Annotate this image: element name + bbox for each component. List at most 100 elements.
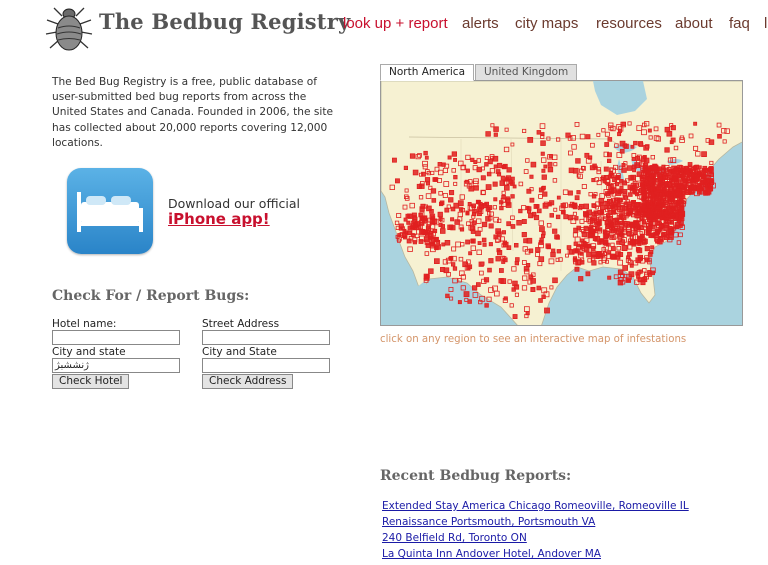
infestation-marker[interactable] <box>658 222 665 229</box>
iphone-app-link[interactable]: iPhone app! <box>168 210 270 228</box>
infestation-marker[interactable] <box>437 211 443 218</box>
infestation-marker[interactable] <box>506 221 512 227</box>
infestation-marker[interactable] <box>667 191 672 197</box>
infestation-marker[interactable] <box>588 226 594 232</box>
infestation-marker[interactable] <box>583 225 589 231</box>
infestation-marker[interactable] <box>610 228 615 234</box>
infestation-marker[interactable] <box>693 121 698 126</box>
infestation-marker[interactable] <box>556 195 561 200</box>
infestation-marker[interactable] <box>646 200 652 205</box>
infestation-marker[interactable] <box>623 201 628 206</box>
infestation-marker[interactable] <box>500 278 507 285</box>
infestation-marker[interactable] <box>425 181 430 186</box>
infestation-map[interactable] <box>380 80 743 326</box>
infestation-marker[interactable] <box>706 189 712 195</box>
infestation-marker[interactable] <box>512 314 518 319</box>
infestation-marker[interactable] <box>465 239 470 245</box>
infestation-marker[interactable] <box>592 163 597 169</box>
infestation-marker[interactable] <box>542 191 548 197</box>
infestation-marker[interactable] <box>444 207 450 213</box>
infestation-marker[interactable] <box>619 179 624 184</box>
report-link[interactable]: 240 Belfield Rd, Toronto ON <box>382 532 527 544</box>
infestation-marker[interactable] <box>626 255 631 260</box>
infestation-marker[interactable] <box>493 234 499 240</box>
infestation-marker[interactable] <box>578 203 585 210</box>
infestation-marker[interactable] <box>613 274 619 280</box>
infestation-marker[interactable] <box>541 168 546 173</box>
infestation-marker[interactable] <box>568 167 575 174</box>
infestation-marker[interactable] <box>416 183 422 190</box>
infestation-marker[interactable] <box>493 126 499 132</box>
infestation-marker[interactable] <box>480 175 486 181</box>
infestation-marker[interactable] <box>441 242 446 247</box>
infestation-marker[interactable] <box>574 195 580 201</box>
infestation-marker[interactable] <box>529 197 535 203</box>
infestation-marker[interactable] <box>448 197 454 203</box>
infestation-marker[interactable] <box>652 163 658 169</box>
infestation-marker[interactable] <box>542 202 549 209</box>
infestation-marker[interactable] <box>440 228 446 234</box>
infestation-marker[interactable] <box>535 204 540 209</box>
infestation-marker[interactable] <box>550 251 556 258</box>
tab-north-america[interactable]: North America <box>380 64 475 81</box>
infestation-marker[interactable] <box>502 241 509 248</box>
infestation-marker[interactable] <box>540 151 545 156</box>
infestation-marker[interactable] <box>447 155 452 160</box>
infestation-marker[interactable] <box>592 228 597 233</box>
infestation-marker[interactable] <box>692 166 697 171</box>
infestation-marker[interactable] <box>528 212 534 219</box>
infestation-marker[interactable] <box>572 256 578 261</box>
infestation-marker[interactable] <box>419 216 424 221</box>
infestation-marker[interactable] <box>437 162 443 167</box>
infestation-marker[interactable] <box>406 220 411 225</box>
infestation-marker[interactable] <box>618 213 623 218</box>
infestation-marker[interactable] <box>484 303 489 308</box>
infestation-marker[interactable] <box>540 140 546 146</box>
infestation-marker[interactable] <box>485 184 492 190</box>
infestation-marker[interactable] <box>630 144 635 149</box>
check-address-button[interactable]: Check Address <box>202 374 294 389</box>
infestation-marker[interactable] <box>631 164 637 170</box>
infestation-marker[interactable] <box>685 178 691 184</box>
infestation-marker[interactable] <box>622 265 628 271</box>
infestation-marker[interactable] <box>603 166 609 172</box>
infestation-marker[interactable] <box>511 287 516 292</box>
infestation-marker[interactable] <box>538 187 544 193</box>
infestation-marker[interactable] <box>586 243 592 249</box>
infestation-marker[interactable] <box>525 205 530 211</box>
infestation-marker[interactable] <box>546 244 551 250</box>
infestation-marker[interactable] <box>655 186 661 192</box>
infestation-marker[interactable] <box>547 161 553 167</box>
infestation-marker[interactable] <box>497 249 503 256</box>
infestation-marker[interactable] <box>544 307 550 314</box>
nav-resources[interactable]: resources <box>596 15 662 32</box>
check-hotel-button[interactable]: Check Hotel <box>52 374 130 389</box>
infestation-marker[interactable] <box>701 151 707 157</box>
infestation-marker[interactable] <box>680 175 686 180</box>
site-title[interactable]: The Bedbug Registry <box>99 9 350 34</box>
infestation-marker[interactable] <box>477 241 482 245</box>
infestation-marker[interactable] <box>496 162 503 169</box>
infestation-marker[interactable] <box>591 178 596 183</box>
infestation-marker[interactable] <box>644 169 651 175</box>
infestation-marker[interactable] <box>478 261 484 267</box>
infestation-marker[interactable] <box>451 262 456 267</box>
infestation-marker[interactable] <box>626 165 633 171</box>
infestation-marker[interactable] <box>475 230 481 237</box>
infestation-marker[interactable] <box>538 298 543 303</box>
infestation-marker[interactable] <box>621 245 628 251</box>
infestation-marker[interactable] <box>579 238 585 243</box>
infestation-marker[interactable] <box>664 147 670 153</box>
infestation-marker[interactable] <box>403 165 409 170</box>
infestation-marker[interactable] <box>621 121 626 127</box>
infestation-marker[interactable] <box>633 230 638 235</box>
infestation-marker[interactable] <box>530 278 536 284</box>
infestation-marker[interactable] <box>499 268 504 273</box>
infestation-marker[interactable] <box>591 260 597 266</box>
infestation-marker[interactable] <box>432 177 438 182</box>
infestation-marker[interactable] <box>644 257 650 263</box>
infestation-marker[interactable] <box>448 286 454 292</box>
infestation-marker[interactable] <box>473 160 478 164</box>
infestation-marker[interactable] <box>676 219 681 224</box>
infestation-marker[interactable] <box>676 240 682 245</box>
